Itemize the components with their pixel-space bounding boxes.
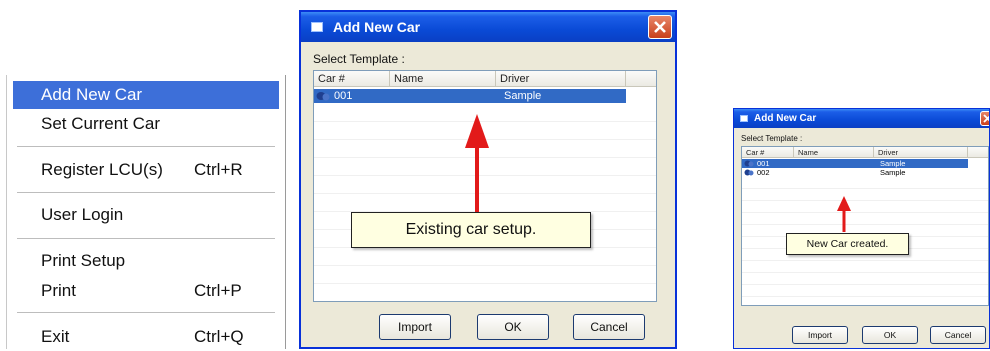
dialog-titlebar[interactable]: Add New Car (734, 109, 989, 128)
file-context-menu: Add New Car Set Current Car Register LCU… (6, 75, 286, 349)
list-header: Car # Name Driver (742, 147, 988, 158)
menu-item-print-setup[interactable]: Print Setup (13, 247, 279, 275)
close-icon (983, 114, 989, 123)
column-header-driver[interactable]: Driver (874, 147, 968, 157)
grid-line (742, 272, 988, 273)
ok-button[interactable]: OK (477, 314, 549, 340)
table-row[interactable]: 001 Sample (314, 89, 626, 103)
import-button[interactable]: Import (792, 326, 848, 344)
cancel-button[interactable]: Cancel (930, 326, 986, 344)
menu-item-label: Exit (41, 327, 70, 346)
car-row-icon (316, 91, 330, 101)
menu-item-shortcut: Ctrl+R (194, 160, 243, 179)
grid-line (742, 296, 988, 297)
menu-separator (17, 238, 275, 239)
menu-separator (17, 192, 275, 193)
menu-item-add-new-car[interactable]: Add New Car (13, 81, 279, 109)
grid-line (742, 212, 988, 213)
car-number-cell: 001 (757, 159, 770, 168)
car-number-cell: 002 (757, 168, 770, 177)
ok-button[interactable]: OK (862, 326, 918, 344)
car-icon (740, 115, 748, 122)
menu-item-label: Register LCU(s) (41, 160, 163, 179)
grid-line (314, 283, 656, 284)
car-number-cell: 001 (334, 90, 353, 102)
car-row-icon (744, 160, 754, 167)
annotation-arrow (465, 114, 489, 214)
annotation-callout: New Car created. (786, 233, 909, 255)
driver-cell: Sample (880, 168, 906, 177)
column-header-driver[interactable]: Driver (496, 71, 626, 86)
grid-line (742, 284, 988, 285)
menu-separator (17, 146, 275, 147)
template-list[interactable]: Car # Name Driver 001 Sample 002 Sample (741, 146, 989, 306)
grid-line (742, 188, 988, 189)
grid-line (742, 224, 988, 225)
annotation-arrow (837, 196, 851, 232)
menu-item-set-current-car[interactable]: Set Current Car (13, 110, 279, 138)
annotation-callout: Existing car setup. (351, 212, 591, 248)
table-row[interactable]: 002 Sample (742, 168, 968, 177)
select-template-label: Select Template : (313, 52, 405, 66)
close-button[interactable] (648, 15, 672, 39)
dialog-title: Add New Car (754, 113, 817, 124)
menu-item-exit[interactable]: Exit Ctrl+Q (13, 323, 279, 351)
menu-item-label: Add New Car (41, 85, 143, 104)
cancel-button[interactable]: Cancel (573, 314, 645, 340)
dialog-titlebar[interactable]: Add New Car (301, 12, 675, 42)
menu-item-label: User Login (41, 205, 124, 224)
car-icon (311, 22, 323, 32)
close-icon (654, 21, 666, 33)
menu-item-label: Set Current Car (41, 114, 161, 133)
column-header-car[interactable]: Car # (314, 71, 390, 86)
grid-line (314, 265, 656, 266)
grid-line (742, 200, 988, 201)
menu-item-label: Print (41, 281, 76, 300)
dialog-title: Add New Car (333, 19, 421, 35)
menu-separator (17, 312, 275, 313)
list-header: Car # Name Driver (314, 71, 656, 87)
menu-item-register-lcu[interactable]: Register LCU(s) Ctrl+R (13, 156, 279, 184)
column-header-car[interactable]: Car # (742, 147, 794, 157)
menu-item-print[interactable]: Print Ctrl+P (13, 277, 279, 305)
column-header-name[interactable]: Name (390, 71, 496, 86)
close-button[interactable] (980, 111, 989, 126)
add-new-car-dialog: Add New Car Select Template : Car # Name… (299, 10, 677, 349)
import-button[interactable]: Import (379, 314, 451, 340)
menu-item-label: Print Setup (41, 251, 126, 270)
menu-item-shortcut: Ctrl+Q (194, 327, 244, 346)
car-row-icon (744, 169, 754, 176)
select-template-label: Select Template : (741, 134, 803, 143)
menu-item-user-login[interactable]: User Login (13, 201, 279, 229)
driver-cell: Sample (880, 159, 906, 168)
menu-item-shortcut: Ctrl+P (194, 281, 242, 300)
table-row[interactable]: 001 Sample (742, 159, 968, 168)
column-header-name[interactable]: Name (794, 147, 874, 157)
grid-line (742, 260, 988, 261)
add-new-car-dialog-updated: Add New Car Select Template : Car # Name… (733, 108, 990, 349)
driver-cell: Sample (504, 90, 542, 102)
